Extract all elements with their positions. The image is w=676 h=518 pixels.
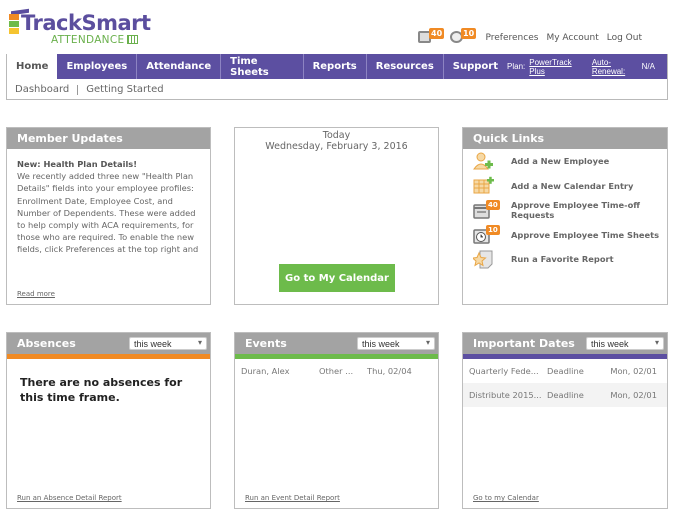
subnav-dashboard[interactable]: Dashboard bbox=[15, 84, 69, 95]
quick-link-add-calendar-entry[interactable]: Add a New Calendar Entry bbox=[463, 174, 667, 199]
no-absences-message: There are no absences for this time fram… bbox=[20, 376, 183, 404]
tab-support[interactable]: Support bbox=[444, 54, 507, 79]
date-value: Mon, 02/01 bbox=[610, 366, 657, 376]
auto-renewal-value: N/A bbox=[641, 62, 655, 71]
logo-bars bbox=[9, 14, 19, 40]
time-off-notification[interactable]: 40 bbox=[418, 28, 445, 44]
date-value: Mon, 02/01 bbox=[610, 390, 657, 400]
events-timeframe-select[interactable]: this week bbox=[357, 337, 435, 350]
read-more-link[interactable]: Read more bbox=[17, 290, 55, 298]
sub-navigation: Dashboard Getting Started bbox=[7, 79, 667, 100]
panel-title: Member Updates bbox=[17, 132, 123, 145]
time-sheet-icon: 10 bbox=[473, 224, 500, 245]
tab-time-sheets[interactable]: Time Sheets bbox=[221, 54, 304, 79]
event-name: Duran, Alex bbox=[241, 366, 290, 376]
absences-panel: Absences this week There are no absences… bbox=[6, 332, 211, 509]
panel-header: Member Updates bbox=[7, 128, 210, 149]
subnav-divider bbox=[77, 84, 79, 95]
event-type: Other ... bbox=[319, 366, 354, 376]
logo[interactable]: TrackSmart ATTENDANCE bbox=[9, 8, 151, 46]
notification-count: 10 bbox=[461, 28, 477, 39]
absences-timeframe-select[interactable]: this week bbox=[129, 337, 207, 350]
quick-link-favorite-report[interactable]: Run a Favorite Report bbox=[463, 247, 667, 272]
favorite-report-icon bbox=[471, 249, 497, 269]
events-panel: Events this week Duran, Alex Other ... T… bbox=[234, 332, 439, 509]
preferences-link[interactable]: Preferences bbox=[486, 33, 539, 43]
account-links: Preferences My Account Log Out bbox=[486, 33, 643, 43]
event-date: Thu, 02/04 bbox=[367, 366, 412, 376]
quick-link-label: Approve Employee Time-off Requests bbox=[511, 200, 641, 221]
go-to-calendar-link[interactable]: Go to my Calendar bbox=[473, 494, 539, 502]
absence-report-link[interactable]: Run an Absence Detail Report bbox=[17, 494, 122, 502]
time-off-icon: 40 bbox=[473, 200, 500, 220]
member-updates-panel: Member Updates New: Health Plan Details!… bbox=[6, 127, 211, 305]
panel-title: Absences bbox=[17, 337, 76, 350]
date-name: Quarterly Fede... bbox=[469, 366, 539, 376]
today-date: Wednesday, February 3, 2016 bbox=[265, 141, 408, 152]
quick-link-label: Add a New Employee bbox=[511, 156, 610, 167]
panel-header: Events this week bbox=[235, 333, 438, 354]
go-to-calendar-button[interactable]: Go to My Calendar bbox=[279, 264, 395, 292]
tab-attendance[interactable]: Attendance bbox=[137, 54, 222, 79]
update-content: New: Health Plan Details! We recently ad… bbox=[7, 149, 210, 259]
timesheet-notification[interactable]: 10 bbox=[450, 28, 477, 44]
panel-header: Quick Links bbox=[463, 128, 667, 149]
quick-links-panel: Quick Links Add a New Employee Add a New… bbox=[462, 127, 668, 305]
nav-bar: Home Employees Attendance Time Sheets Re… bbox=[7, 54, 667, 79]
quick-link-add-employee[interactable]: Add a New Employee bbox=[463, 149, 667, 174]
quick-link-approve-time-off[interactable]: 40 Approve Employee Time-off Requests bbox=[463, 198, 667, 223]
panel-title: Events bbox=[245, 337, 287, 350]
my-account-link[interactable]: My Account bbox=[546, 33, 598, 43]
today-label: Today bbox=[322, 130, 351, 141]
notification-count: 40 bbox=[429, 28, 445, 39]
plan-label: Plan: bbox=[507, 62, 526, 71]
tab-employees[interactable]: Employees bbox=[57, 54, 138, 79]
tab-reports[interactable]: Reports bbox=[304, 54, 367, 79]
quick-link-label: Run a Favorite Report bbox=[511, 254, 614, 265]
auto-renewal-link[interactable]: Auto-Renewal: bbox=[592, 58, 638, 76]
logo-wordmark: TrackSmart bbox=[21, 11, 151, 35]
subnav-getting-started[interactable]: Getting Started bbox=[86, 84, 163, 95]
date-name: Distribute 2015... bbox=[469, 390, 542, 400]
important-dates-panel: Important Dates this week Quarterly Fede… bbox=[462, 332, 668, 509]
log-out-link[interactable]: Log Out bbox=[607, 33, 642, 43]
quick-link-badge: 40 bbox=[486, 200, 500, 211]
date-type: Deadline bbox=[547, 366, 584, 376]
add-employee-icon bbox=[473, 151, 497, 171]
date-row[interactable]: Quarterly Fede... Deadline Mon, 02/01 bbox=[463, 359, 667, 383]
logo-calendar-icon bbox=[127, 35, 139, 44]
date-row[interactable]: Distribute 2015... Deadline Mon, 02/01 bbox=[463, 383, 667, 407]
notification-badges: 40 10 bbox=[418, 28, 477, 44]
panel-header: Absences this week bbox=[7, 333, 210, 354]
logo-subtitle: ATTENDANCE bbox=[51, 34, 139, 46]
update-body: We recently added three new "Health Plan… bbox=[17, 171, 199, 259]
event-report-link[interactable]: Run an Event Detail Report bbox=[245, 494, 340, 502]
today-panel: Today Wednesday, February 3, 2016 Go to … bbox=[234, 127, 439, 305]
main-navigation: Home Employees Attendance Time Sheets Re… bbox=[6, 54, 668, 100]
panel-header: Important Dates this week bbox=[463, 333, 667, 354]
update-headline: New: Health Plan Details! bbox=[17, 159, 138, 169]
plan-link[interactable]: PowerTrack Plus bbox=[529, 58, 582, 76]
add-calendar-icon bbox=[473, 176, 497, 196]
important-dates-timeframe-select[interactable]: this week bbox=[586, 337, 664, 350]
panel-title: Quick Links bbox=[473, 132, 545, 145]
event-row[interactable]: Duran, Alex Other ... Thu, 02/04 bbox=[235, 359, 438, 383]
tab-resources[interactable]: Resources bbox=[367, 54, 444, 79]
quick-link-label: Approve Employee Time Sheets bbox=[511, 229, 660, 240]
tab-home[interactable]: Home bbox=[7, 54, 58, 79]
panel-title: Important Dates bbox=[473, 337, 575, 350]
quick-link-badge: 10 bbox=[486, 224, 500, 235]
date-type: Deadline bbox=[547, 390, 584, 400]
plan-info: Plan: PowerTrack Plus Auto-Renewal: N/A bbox=[507, 54, 667, 79]
quick-link-label: Add a New Calendar Entry bbox=[511, 180, 634, 191]
quick-link-approve-time-sheets[interactable]: 10 Approve Employee Time Sheets bbox=[463, 223, 667, 248]
